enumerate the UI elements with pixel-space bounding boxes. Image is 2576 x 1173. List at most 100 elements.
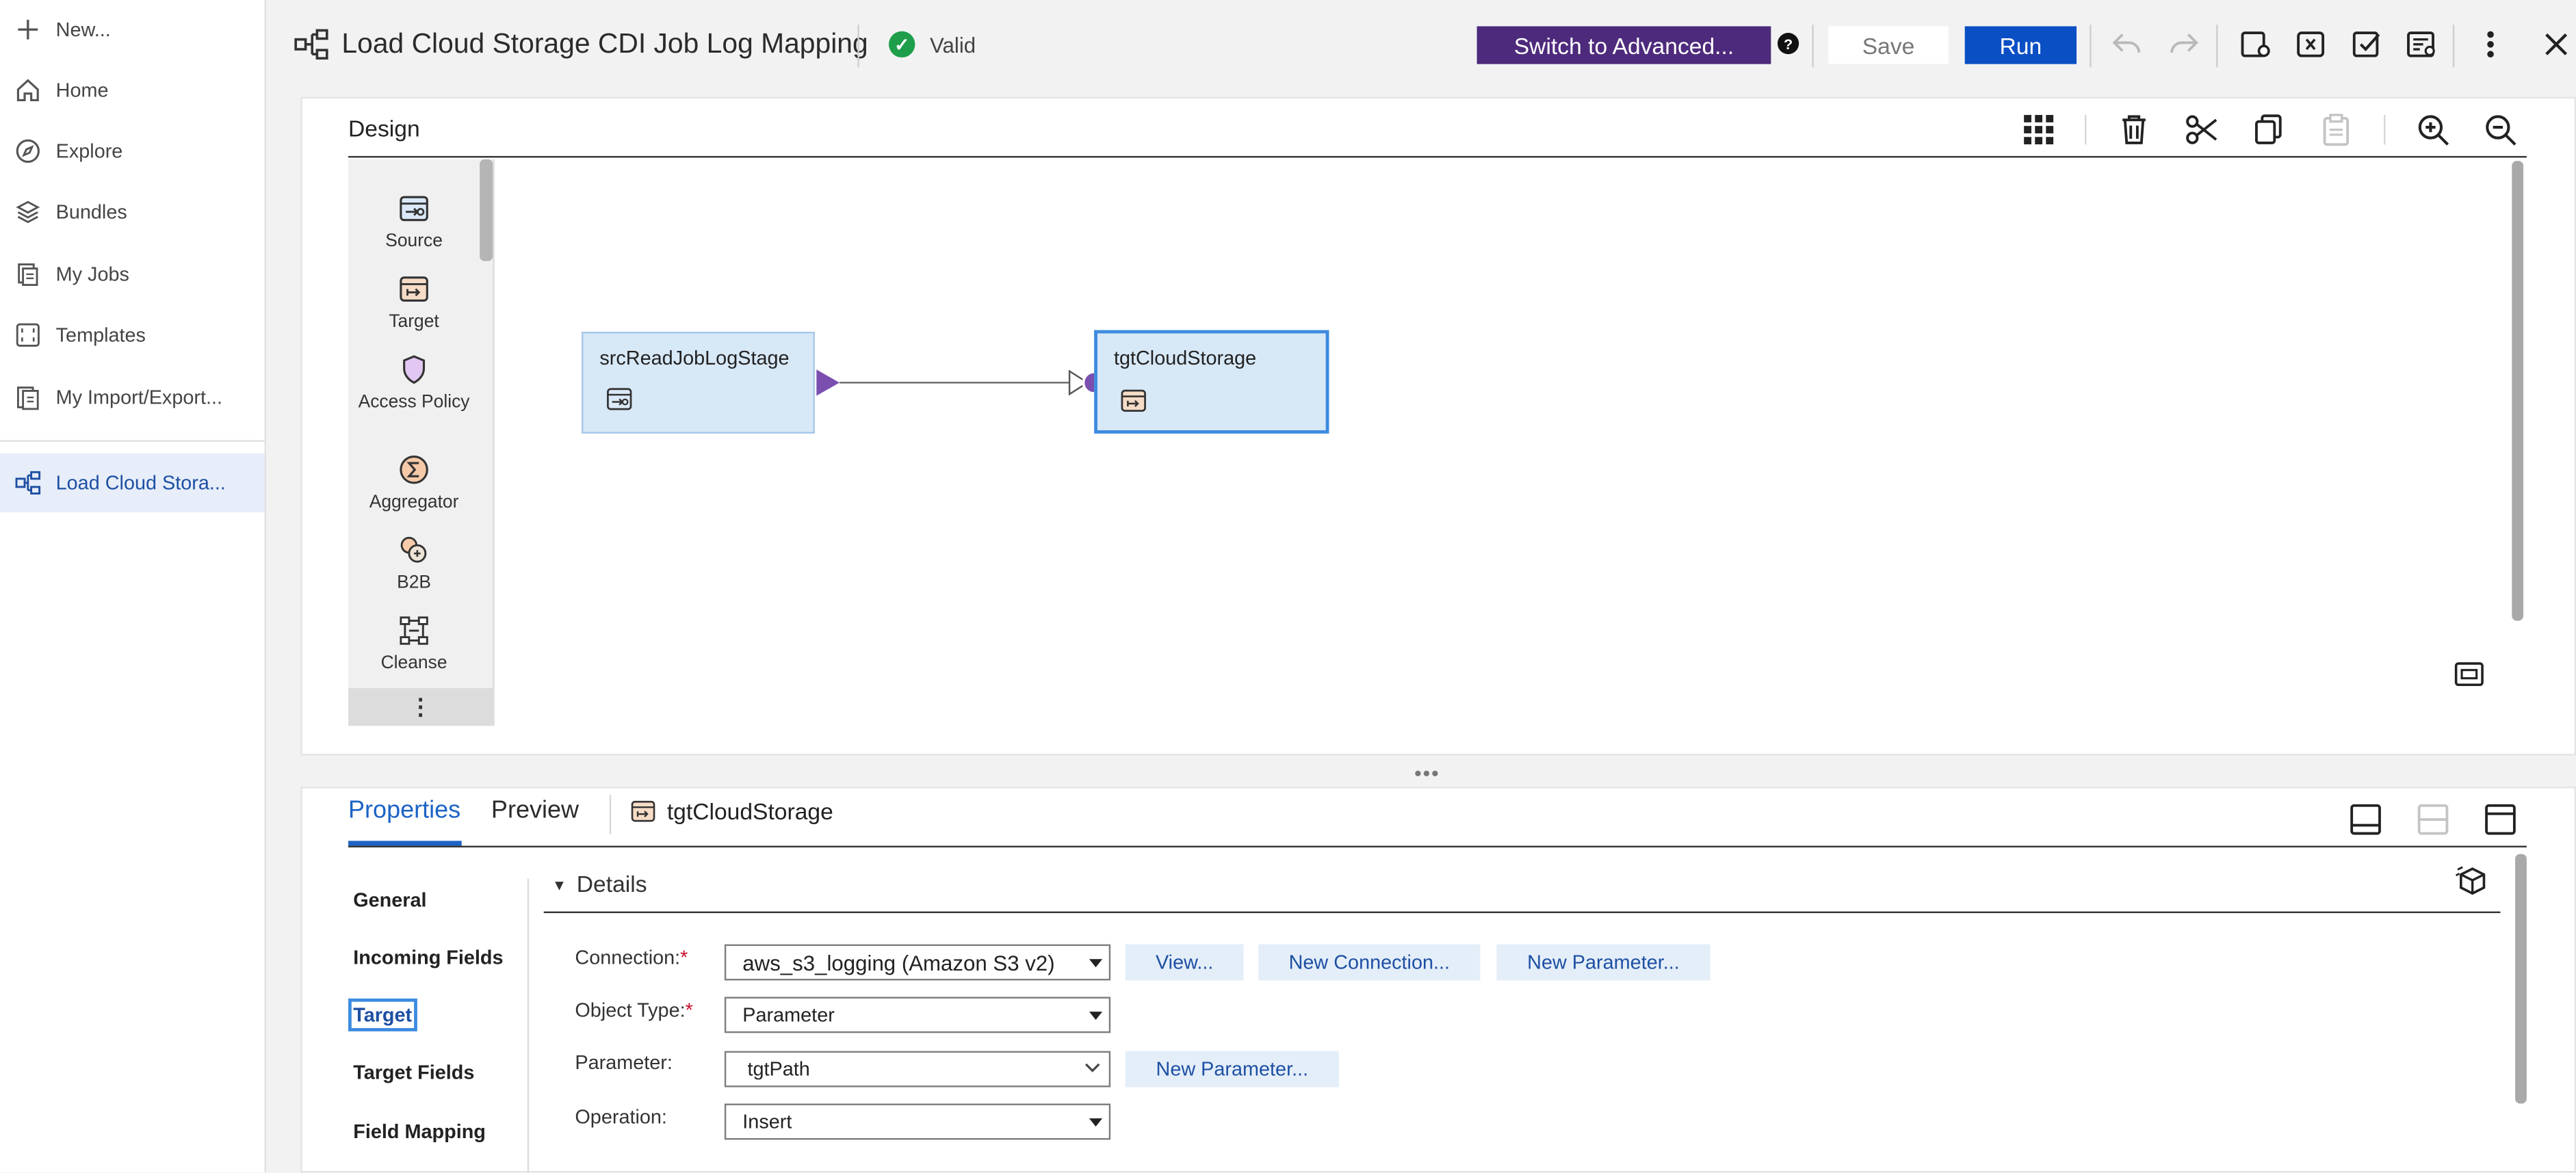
target-icon bbox=[396, 271, 432, 307]
required-marker: * bbox=[680, 946, 688, 969]
cleanse-icon bbox=[396, 613, 432, 649]
palette-item-target[interactable]: Target bbox=[348, 271, 480, 332]
new-connection-button[interactable]: New Connection... bbox=[1258, 944, 1481, 981]
copy-icon[interactable] bbox=[2251, 111, 2287, 148]
new-parameter-button[interactable]: New Parameter... bbox=[1496, 944, 1710, 981]
palette-item-b2b[interactable]: B2B bbox=[348, 532, 480, 593]
redo-icon[interactable] bbox=[2165, 26, 2202, 62]
nav-item-import-export[interactable]: My Import/Export... bbox=[0, 368, 265, 427]
save-button[interactable]: Save bbox=[1828, 26, 1949, 64]
zoom-out-icon[interactable] bbox=[2482, 111, 2519, 148]
header-divider bbox=[2452, 25, 2455, 68]
nav-item-home-label: Home bbox=[55, 79, 109, 102]
category-incoming-fields[interactable]: Incoming Fields bbox=[353, 946, 503, 969]
paste-icon[interactable] bbox=[2318, 111, 2354, 148]
caret-down-icon bbox=[1089, 1118, 1103, 1127]
canvas-scrollbar[interactable] bbox=[2512, 161, 2524, 621]
delete-icon[interactable] bbox=[2116, 111, 2152, 148]
nav-item-bundles[interactable]: Bundles bbox=[0, 183, 265, 241]
caret-down-icon bbox=[1089, 1012, 1103, 1020]
new-parameter-button[interactable]: New Parameter... bbox=[1125, 1051, 1339, 1088]
nav-item-my-jobs[interactable]: My Jobs bbox=[0, 245, 265, 304]
properties-icon[interactable] bbox=[2404, 26, 2440, 62]
toolbar-divider bbox=[2383, 115, 2386, 145]
dock-top-icon[interactable] bbox=[2484, 803, 2516, 836]
nav-item-home[interactable]: Home bbox=[0, 61, 265, 120]
parameters-icon[interactable] bbox=[2237, 26, 2274, 62]
connection-select[interactable]: aws_s3_logging (Amazon S3 v2) bbox=[724, 944, 1111, 981]
nav-item-explore-label: Explore bbox=[55, 140, 123, 163]
properties-scrollbar[interactable] bbox=[2515, 854, 2527, 1104]
header-divider bbox=[857, 25, 859, 68]
new-button[interactable]: New... bbox=[0, 0, 265, 59]
nav-item-explore[interactable]: Explore bbox=[0, 122, 265, 181]
target-icon bbox=[631, 800, 655, 824]
package-icon[interactable] bbox=[2454, 864, 2490, 900]
category-target-fields[interactable]: Target Fields bbox=[353, 1061, 474, 1084]
import-export-icon bbox=[13, 382, 42, 412]
cut-icon[interactable] bbox=[2183, 111, 2220, 148]
nav-item-open-mapping[interactable]: Load Cloud Stora... bbox=[0, 453, 265, 513]
mapping-canvas[interactable] bbox=[496, 159, 2508, 726]
details-section-title[interactable]: Details bbox=[577, 871, 647, 897]
mapping-header: Load Cloud Storage CDI Job Log Mapping ✓… bbox=[265, 0, 2576, 92]
nav-divider bbox=[0, 440, 265, 442]
operation-select[interactable]: Insert bbox=[724, 1103, 1111, 1140]
check-circle-icon: ✓ bbox=[888, 31, 915, 58]
node-name: srcReadJobLogStage bbox=[599, 346, 790, 370]
nav-item-templates[interactable]: Templates bbox=[0, 306, 265, 365]
target-node[interactable]: tgtCloudStorage bbox=[1094, 330, 1329, 434]
panel-resize-handle[interactable]: ••• bbox=[1414, 762, 1440, 785]
undo-icon[interactable] bbox=[2109, 26, 2146, 62]
object-type-label: Object Type:* bbox=[575, 998, 693, 1022]
palette-more-button[interactable]: ⋮ bbox=[348, 688, 493, 726]
palette-item-access-policy[interactable]: Access Policy bbox=[348, 352, 480, 412]
tab-preview[interactable]: Preview bbox=[491, 797, 579, 825]
palette-item-cleanse[interactable]: Cleanse bbox=[348, 613, 480, 674]
home-icon bbox=[13, 75, 42, 105]
target-icon bbox=[1121, 389, 1150, 419]
design-panel-title: Design bbox=[348, 115, 420, 142]
category-general[interactable]: General bbox=[353, 888, 426, 912]
connection-label: Connection:* bbox=[575, 946, 688, 969]
validation-status: Valid bbox=[930, 33, 976, 58]
palette-item-label: Source bbox=[385, 231, 443, 252]
shield-icon bbox=[396, 352, 432, 388]
category-target[interactable]: Target bbox=[348, 998, 417, 1031]
palette-item-source[interactable]: Source bbox=[348, 191, 480, 252]
link-connector bbox=[816, 369, 1106, 396]
palette-item-label: B2B bbox=[397, 572, 432, 593]
validate-icon[interactable] bbox=[2350, 26, 2386, 62]
parameter-label: Parameter: bbox=[575, 1051, 673, 1075]
object-type-select[interactable]: Parameter bbox=[724, 997, 1111, 1033]
zoom-in-icon[interactable] bbox=[2415, 111, 2451, 148]
run-button[interactable]: Run bbox=[1964, 26, 2077, 64]
mapping-icon bbox=[294, 28, 330, 61]
close-icon[interactable] bbox=[2538, 26, 2575, 62]
palette-item-aggregator[interactable]: Aggregator bbox=[348, 451, 480, 512]
help-icon[interactable]: ? bbox=[1777, 33, 1799, 55]
switch-to-advanced-button[interactable]: Switch to Advanced... bbox=[1476, 26, 1771, 64]
palette-scrollbar[interactable] bbox=[480, 159, 493, 261]
source-node[interactable]: srcReadJobLogStage bbox=[581, 332, 815, 434]
minimap-icon[interactable] bbox=[2454, 662, 2484, 687]
nav-item-templates-label: Templates bbox=[55, 324, 146, 347]
grid-icon[interactable] bbox=[2020, 111, 2057, 148]
templates-icon bbox=[13, 320, 42, 350]
details-divider bbox=[543, 911, 2501, 914]
dock-bottom-icon[interactable] bbox=[2350, 803, 2382, 836]
palette-item-label: Cleanse bbox=[380, 653, 447, 674]
nav-item-import-export-label: My Import/Export... bbox=[55, 386, 223, 409]
category-field-mapping[interactable]: Field Mapping bbox=[353, 1120, 486, 1144]
caret-down-icon[interactable]: ▼ bbox=[552, 877, 567, 893]
expression-icon[interactable] bbox=[2293, 26, 2330, 62]
tab-properties[interactable]: Properties bbox=[348, 797, 460, 825]
view-connection-button[interactable]: View... bbox=[1125, 944, 1244, 981]
object-type-value: Parameter bbox=[742, 1003, 835, 1027]
more-vertical-icon[interactable] bbox=[2473, 26, 2509, 62]
parameter-select[interactable]: tgtPath bbox=[724, 1051, 1111, 1088]
connection-value: aws_s3_logging (Amazon S3 v2) bbox=[742, 950, 1055, 975]
split-view-icon[interactable] bbox=[2417, 803, 2449, 836]
source-icon bbox=[606, 388, 636, 417]
transformation-palette: Source Target Access Policy Aggregator B… bbox=[348, 159, 495, 726]
